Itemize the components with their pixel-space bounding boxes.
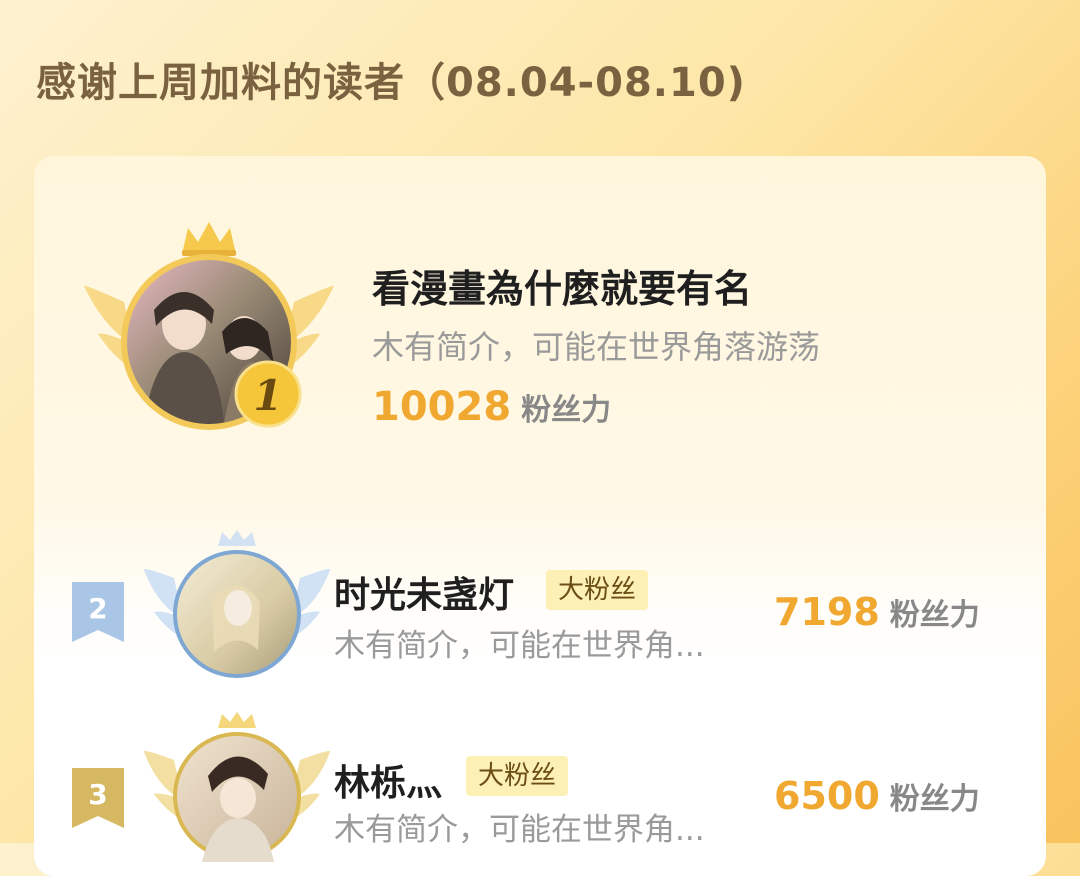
rank-2-avatar-emblem[interactable]	[142, 530, 332, 690]
crown-icon	[182, 222, 236, 256]
rank-2-username[interactable]: 时光未盏灯	[334, 566, 514, 618]
rank-2-badge: 2	[72, 582, 124, 642]
rank-2-bio: 木有简介，可能在世界角...	[334, 628, 705, 664]
rank-3-fan-tag: 大粉丝	[466, 756, 569, 796]
rank-1-fan-power: 10028 粉丝力	[372, 384, 611, 430]
svg-text:1: 1	[253, 371, 282, 420]
rank-1-bio: 木有简介，可能在世界角落游荡	[372, 328, 821, 366]
rank-3-badge: 3	[72, 768, 124, 828]
crown-icon	[218, 530, 256, 546]
page-title: 感谢上周加料的读者（08.04-08.10)	[36, 60, 746, 106]
rank-1-medal-icon: 1	[234, 360, 302, 428]
svg-text:2: 2	[88, 592, 107, 625]
rank-2-fan-tag: 大粉丝	[546, 570, 649, 610]
svg-text:3: 3	[88, 778, 107, 811]
rank-1-username[interactable]: 看漫畫為什麼就要有名	[372, 258, 752, 313]
rank-3-bio: 木有简介，可能在世界角...	[334, 812, 705, 848]
rank-3-score: 6500	[774, 774, 880, 818]
crown-icon	[218, 712, 256, 728]
rank-1-avatar-emblem[interactable]: 1	[84, 214, 334, 454]
rank-2-score-unit: 粉丝力	[889, 598, 980, 633]
rank-3-username[interactable]: 林栎灬	[334, 754, 442, 806]
rank-3-avatar-emblem[interactable]	[142, 712, 332, 872]
rank-2-score: 7198	[774, 590, 880, 634]
rank-1-score-unit: 粉丝力	[521, 393, 612, 428]
rank-3-fan-power: 6500 粉丝力	[774, 774, 980, 818]
rank-3-score-unit: 粉丝力	[889, 782, 980, 817]
rank-2-fan-power: 7198 粉丝力	[774, 590, 980, 634]
rank-1-score: 10028	[372, 384, 512, 430]
